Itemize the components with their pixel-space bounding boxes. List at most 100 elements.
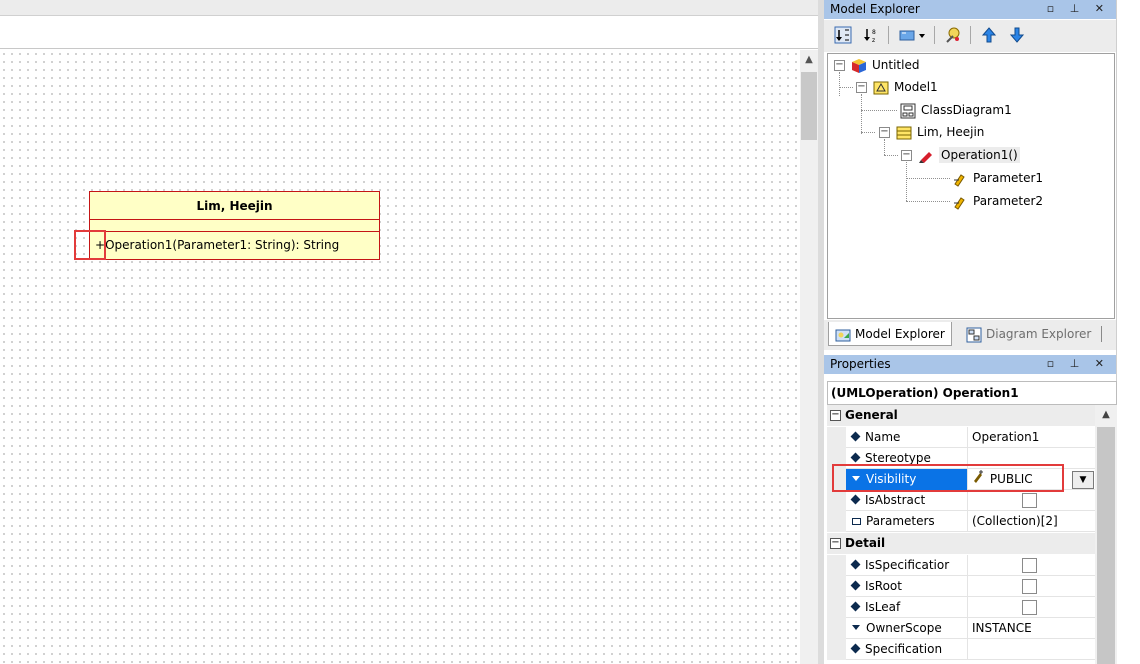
property-row-ownerscope[interactable]: OwnerScope INSTANCE [827,618,1095,639]
model-icon [873,80,889,96]
tree-node-label: ClassDiagram1 [921,103,1012,117]
enum-property-icon [852,625,860,630]
tab-diagram-explorer[interactable]: Diagram Explorer [960,322,1097,346]
property-label: Parameters [866,514,935,528]
property-row-isroot[interactable]: IsRoot [827,576,1095,597]
property-label: IsLeaf [865,600,901,614]
collection-property-icon [852,518,861,525]
specification-value[interactable] [969,639,1095,660]
collapse-icon[interactable]: − [830,538,841,549]
isabstract-checkbox[interactable] [1022,493,1037,508]
tree-node-model1[interactable]: − Model1 [856,77,938,97]
tree-node-classdiagram1[interactable]: ClassDiagram1 [900,100,1012,120]
property-row-isspecification[interactable]: IsSpecificatior [827,555,1095,576]
property-label: Visibility [866,472,917,486]
property-row-parameters[interactable]: Parameters (Collection)[2] [827,511,1095,532]
properties-scrollbar[interactable]: ▲ [1095,405,1117,664]
ownerscope-value[interactable]: INSTANCE [969,618,1095,639]
isroot-checkbox[interactable] [1022,579,1037,594]
collapse-icon[interactable]: − [856,82,867,93]
canvas-vertical-scrollbar[interactable]: ▲ [800,50,818,664]
scrollbar-thumb[interactable] [801,72,817,140]
sort-by-kind-icon[interactable] [834,26,852,44]
attribute-compartment[interactable] [90,220,379,232]
stereotype-value[interactable] [969,448,1095,469]
property-label: IsSpecificatior [865,558,950,572]
filter-icon[interactable] [944,26,962,44]
collapse-icon[interactable]: − [879,127,890,138]
collapse-icon[interactable]: − [901,150,912,161]
property-row-isleaf[interactable]: IsLeaf [827,597,1095,618]
move-down-icon[interactable] [1008,26,1026,44]
tree-node-operation1[interactable]: − Operation1() [901,145,1020,165]
collapse-icon[interactable]: − [834,60,845,71]
category-detail[interactable]: − Detail [827,533,1095,554]
category-label: General [845,408,898,422]
tree-node-label: Parameter1 [973,171,1044,185]
tree-node-class-lim-heejin[interactable]: − Lim, Heejin [879,122,984,142]
model-explorer-icon [835,327,851,343]
isspecification-checkbox[interactable] [1022,558,1037,573]
property-row-name[interactable]: Name Operation1 [827,427,1095,448]
property-row-visibility[interactable]: Visibility PUBLIC ▼ [827,469,1095,490]
property-label: Stereotype [865,451,931,465]
tab-model-explorer[interactable]: Model Explorer [828,322,952,346]
uml-class-box[interactable]: Lim, Heejin +Operation1(Parameter1: Stri… [89,191,380,260]
svg-text:z: z [872,37,875,44]
selected-object-header: (UMLOperation) Operation1 [827,381,1117,405]
visibility-text: PUBLIC [989,472,1033,486]
window-buttons[interactable]: ▫ ⊥ ✕ [1047,355,1110,373]
tree-node-label: Untitled [872,58,920,72]
property-icon [850,431,861,442]
operation-compartment[interactable]: +Operation1(Parameter1: String): String [90,232,379,259]
property-icon [850,601,861,612]
scroll-up-arrow-icon[interactable]: ▲ [800,52,818,68]
scroll-up-arrow-icon[interactable]: ▲ [1095,407,1117,423]
property-icon [850,559,861,570]
property-row-specification[interactable]: Specification [827,639,1095,660]
move-up-icon[interactable] [980,26,998,44]
collapse-icon[interactable]: − [830,410,841,421]
property-row-stereotype[interactable]: Stereotype [827,448,1095,469]
property-label: Name [865,430,901,444]
operation-signature[interactable]: Operation1(Parameter1: String): String [105,238,339,252]
operation-visibility-symbol[interactable]: + [95,238,105,252]
name-value[interactable]: Operation1 [969,427,1095,448]
view-menu-icon[interactable] [898,26,930,44]
tree-node-label: Operation1() [939,147,1020,163]
model-tree[interactable]: − Untitled − Model1 ClassDiagram1 − Lim, He… [827,53,1115,319]
tree-node-untitled[interactable]: − Untitled [834,55,919,75]
class-name[interactable]: Lim, Heejin [90,192,379,220]
property-label: OwnerScope [866,621,942,635]
tab-label: Diagram Explorer [986,327,1092,341]
isleaf-checkbox[interactable] [1022,600,1037,615]
parameter-icon [952,194,968,210]
sort-alphabetic-icon[interactable]: 8z [862,26,880,44]
class-diagram-icon [900,103,916,119]
tree-node-label: Parameter2 [973,194,1044,208]
diagram-canvas[interactable] [0,50,800,664]
public-visibility-icon [972,469,986,490]
svg-text:8: 8 [872,29,876,36]
properties-title-bar: Properties ▫ ⊥ ✕ [824,355,1116,374]
explorer-tab-strip: Model Explorer Diagram Explorer [824,320,1116,350]
diagram-toolbar [0,17,818,49]
project-icon [851,58,867,74]
category-general[interactable]: − General [827,405,1095,426]
tree-node-parameter1[interactable]: Parameter1 [952,168,1043,188]
property-grid[interactable]: − General Name Operation1 Stereotype Visi… [827,405,1117,664]
scrollbar-thumb[interactable] [1097,427,1115,664]
window-buttons[interactable]: ▫ ⊥ ✕ [1047,0,1110,18]
property-row-isabstract[interactable]: IsAbstract [827,490,1095,511]
right-edge-strip [1116,0,1140,664]
category-label: Detail [845,536,886,550]
property-label: IsAbstract [865,493,926,507]
property-icon [850,494,861,505]
property-icon [850,643,861,654]
tree-node-parameter2[interactable]: Parameter2 [952,191,1043,211]
tab-label: Model Explorer [855,327,945,341]
document-tab-bar [0,0,818,16]
model-explorer-toolbar: 8z [824,20,1116,52]
dropdown-arrow-icon[interactable]: ▼ [1072,471,1094,489]
parameters-value[interactable]: (Collection)[2] [969,511,1095,532]
